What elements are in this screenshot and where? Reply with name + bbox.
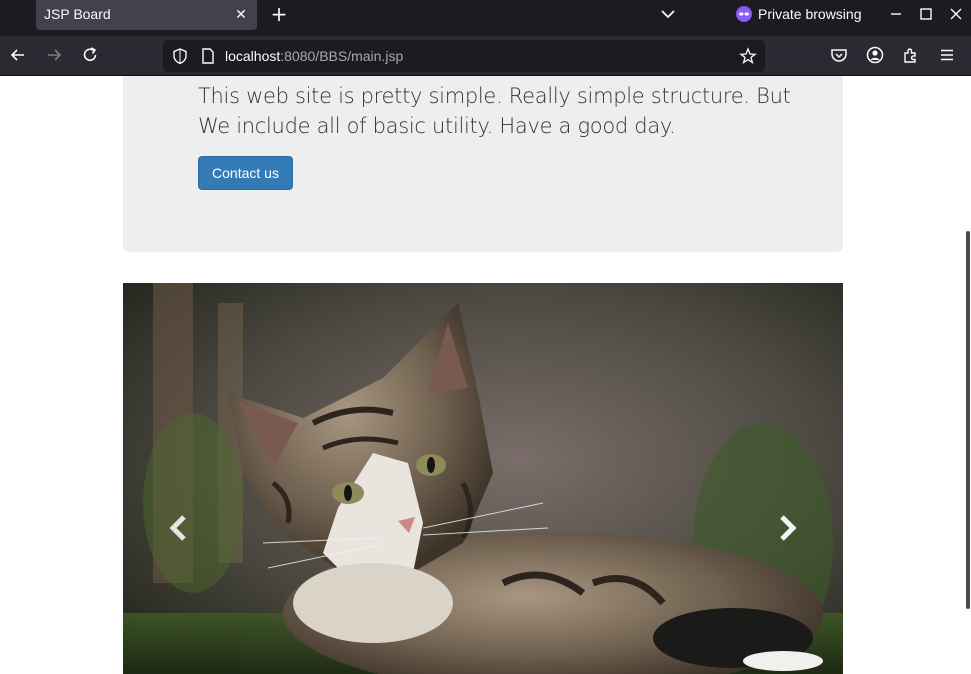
jumbotron-text: This web site is pretty simple. Really s… xyxy=(198,84,791,138)
tab-close-icon[interactable]: ✕ xyxy=(231,5,251,25)
scrollbar-thumb[interactable] xyxy=(966,231,970,609)
image-carousel[interactable] xyxy=(123,283,843,674)
url-path: :8080/BBS/main.jsp xyxy=(280,48,404,64)
private-browsing-label: Private browsing xyxy=(758,6,862,22)
reload-icon[interactable] xyxy=(80,45,100,65)
page-info-icon[interactable] xyxy=(199,47,217,65)
bookmark-star-icon[interactable] xyxy=(739,47,757,65)
private-browsing-indicator: Private browsing xyxy=(736,4,862,24)
page-viewport: This web site is pretty simple. Really s… xyxy=(0,76,971,674)
vertical-scrollbar[interactable] xyxy=(965,76,971,674)
tab-strip: JSP Board ✕ + Private browsing xyxy=(0,0,971,36)
forward-arrow-icon[interactable] xyxy=(44,45,64,65)
url-text[interactable]: localhost:8080/BBS/main.jsp xyxy=(225,48,403,64)
browser-tab[interactable]: JSP Board ✕ xyxy=(36,0,257,30)
account-icon[interactable] xyxy=(865,45,885,65)
jumbotron: This web site is pretty simple. Really s… xyxy=(123,76,843,252)
minimize-icon[interactable] xyxy=(886,4,906,24)
carousel-prev-icon[interactable] xyxy=(165,513,195,543)
pocket-icon[interactable] xyxy=(829,45,849,65)
contact-us-button[interactable]: Contact us xyxy=(198,156,293,190)
navigation-toolbar: localhost:8080/BBS/main.jsp xyxy=(0,36,971,76)
back-arrow-icon[interactable] xyxy=(8,45,28,65)
new-tab-button[interactable]: + xyxy=(268,3,290,25)
maximize-icon[interactable] xyxy=(916,4,936,24)
close-window-icon[interactable] xyxy=(946,4,966,24)
extensions-icon[interactable] xyxy=(901,45,921,65)
private-mask-icon xyxy=(736,6,752,22)
carousel-cat-image xyxy=(123,283,843,674)
hamburger-menu-icon[interactable] xyxy=(937,45,957,65)
carousel-next-icon[interactable] xyxy=(771,513,801,543)
tab-title: JSP Board xyxy=(44,6,111,22)
shield-icon[interactable] xyxy=(171,47,189,65)
address-bar[interactable]: localhost:8080/BBS/main.jsp xyxy=(163,40,765,72)
chevron-down-icon[interactable] xyxy=(658,4,678,24)
url-host: localhost xyxy=(225,48,281,64)
